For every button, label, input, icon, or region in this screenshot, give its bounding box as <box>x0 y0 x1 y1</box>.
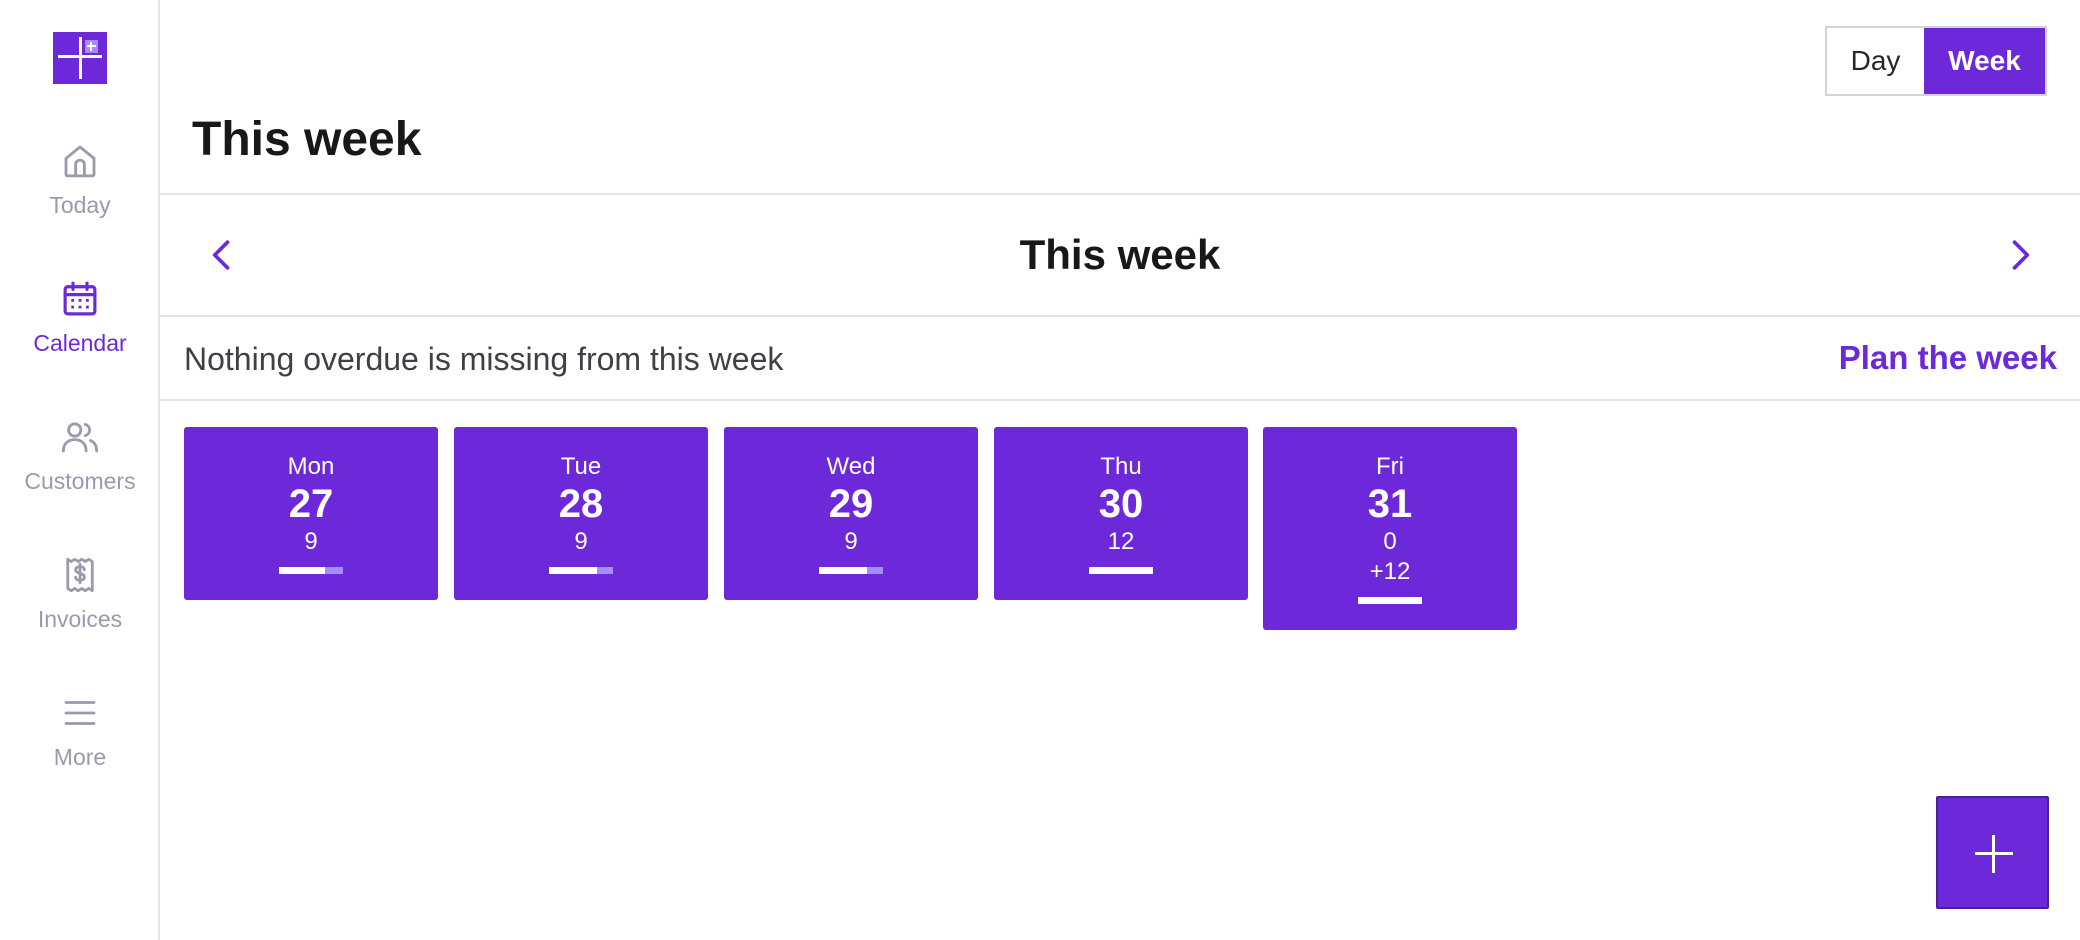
job-count: 12 <box>1107 528 1135 555</box>
page-title: This week <box>192 113 422 166</box>
users-icon <box>61 422 99 453</box>
week-view-button[interactable]: Week <box>1924 28 2045 94</box>
day-name: Thu <box>1100 453 1142 480</box>
day-view-button[interactable]: Day <box>1827 28 1924 94</box>
sidebar-item-label: Customers <box>24 468 136 494</box>
day-card-mon[interactable]: Mon 27 9 <box>184 427 438 600</box>
day-date: 27 <box>288 482 334 526</box>
capacity-bar <box>819 567 883 574</box>
job-count: 0 <box>1383 528 1397 555</box>
sidebar-item-customers[interactable]: Customers <box>0 416 160 526</box>
sidebar-item-label: Today <box>49 192 111 218</box>
sidebar-item-today[interactable]: Today <box>0 140 160 250</box>
plan-week-link[interactable]: Plan the week <box>1839 339 2057 377</box>
sidebar-item-more[interactable]: More <box>0 692 160 802</box>
sidebar-item-invoices[interactable]: Invoices <box>0 554 160 664</box>
job-count: 9 <box>304 528 318 555</box>
app-logo[interactable] <box>53 32 107 84</box>
sidebar-item-calendar[interactable]: Calendar <box>0 278 160 388</box>
day-name: Wed <box>826 453 876 480</box>
overdue-info-row: Nothing overdue is missing from this wee… <box>160 317 2080 401</box>
job-count: 9 <box>574 528 588 555</box>
day-card-wed[interactable]: Wed 29 9 <box>724 427 978 600</box>
day-date: 29 <box>828 482 874 526</box>
job-count: 9 <box>844 528 858 555</box>
chevron-left-icon[interactable] <box>200 233 244 277</box>
sidebar-item-label: Invoices <box>37 606 123 632</box>
week-title: This week <box>1019 231 1221 278</box>
chevron-right-icon[interactable] <box>1998 233 2042 277</box>
day-card-thu[interactable]: Thu 30 12 <box>994 427 1248 600</box>
week-navigator: This week <box>160 193 2080 317</box>
add-button[interactable] <box>1936 796 2049 909</box>
day-date: 28 <box>558 482 604 526</box>
capacity-bar <box>279 567 343 574</box>
receipt-dollar-icon <box>66 557 94 593</box>
day-date: 31 <box>1367 482 1413 526</box>
sidebar-item-label: Calendar <box>33 330 127 356</box>
sidebar-item-label: More <box>53 744 107 770</box>
day-name: Mon <box>287 453 335 480</box>
day-card-fri[interactable]: Fri 31 0 +12 <box>1263 427 1517 630</box>
capacity-bar <box>1358 597 1422 604</box>
extra-count: +12 <box>1369 558 1411 585</box>
day-name: Tue <box>560 453 602 480</box>
day-card-tue[interactable]: Tue 28 9 <box>454 427 708 600</box>
view-toggle: Day Week <box>1825 26 2047 96</box>
day-date: 30 <box>1098 482 1144 526</box>
sidebar: Today Calendar Customers Invoices More <box>0 0 160 940</box>
menu-icon <box>64 701 96 725</box>
capacity-bar <box>549 567 613 574</box>
home-icon <box>64 145 96 178</box>
overdue-status-text: Nothing overdue is missing from this wee… <box>184 341 784 377</box>
day-name: Fri <box>1376 453 1404 480</box>
calendar-icon <box>63 281 97 316</box>
capacity-bar <box>1089 567 1153 574</box>
